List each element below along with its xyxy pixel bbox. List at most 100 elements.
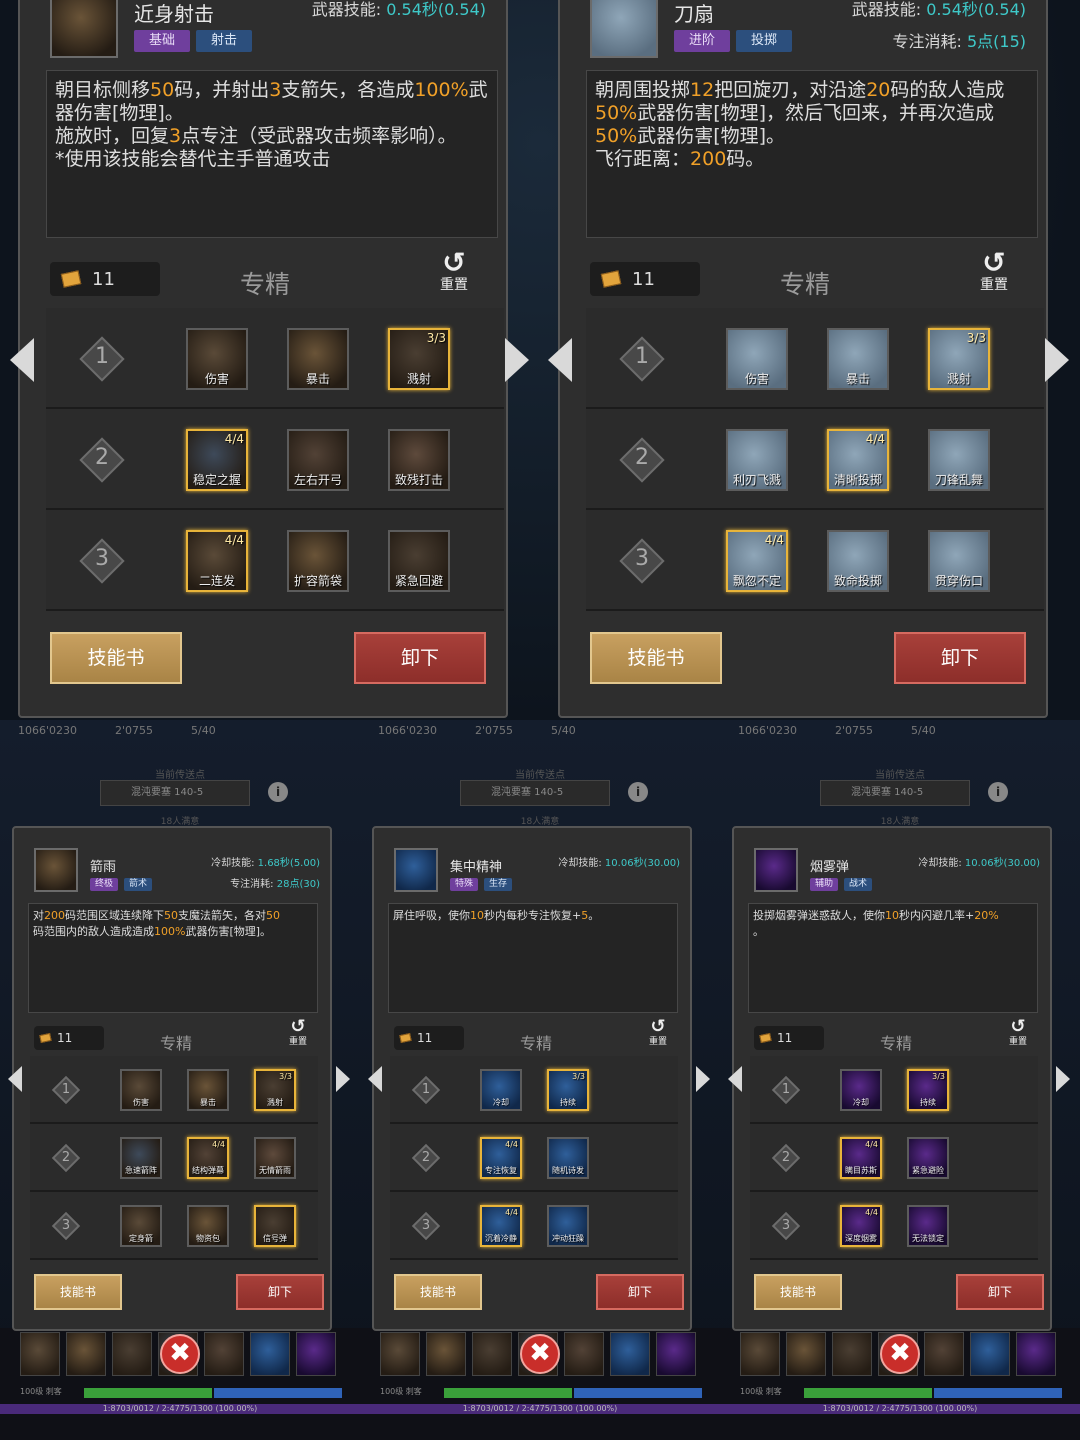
skillbook-button[interactable]: 技能书 [50, 632, 182, 684]
skillbar-slot-1[interactable] [380, 1332, 420, 1376]
talent-slot-瞒目苏斯[interactable]: 4/4 瞒目苏斯 [840, 1137, 882, 1179]
talent-slot-贯穿伤口[interactable]: 贯穿伤口 [928, 529, 990, 592]
talent-slot-飘忽不定[interactable]: 4/4 飘忽不定 [726, 529, 788, 592]
skillbar-slot-3[interactable] [832, 1332, 872, 1376]
next-skill-arrow-b1[interactable] [336, 1066, 350, 1092]
talent-slot-随机诗发[interactable]: 随机诗发 [547, 1137, 589, 1179]
talent-slot-紧急回避[interactable]: 紧急回避 [388, 529, 450, 592]
talent-label: 持续 [920, 1098, 936, 1107]
unequip-button[interactable]: 卸下 [236, 1274, 324, 1310]
skillbar-slot-1[interactable] [740, 1332, 780, 1376]
skillbar-slot-6[interactable] [610, 1332, 650, 1376]
skillbar-slot-5[interactable] [204, 1332, 244, 1376]
talent-slot-物资包[interactable]: 物资包 [187, 1205, 229, 1247]
skillbar-slot-2[interactable] [786, 1332, 826, 1376]
talent-slot-二连发[interactable]: 4/4 二连发 [186, 529, 248, 592]
talent-slot-急速箭阵[interactable]: 急速箭阵 [120, 1137, 162, 1179]
next-skill-arrow-b2[interactable] [696, 1066, 710, 1092]
unequip-button[interactable]: 卸下 [894, 632, 1026, 684]
prev-skill-arrow-1[interactable] [10, 338, 34, 382]
reset-button[interactable]: ↺ 重置 [642, 1017, 674, 1047]
skillbar-slot-1[interactable] [20, 1332, 60, 1376]
skillbar-slot-7[interactable] [296, 1332, 336, 1376]
talent-slot-沉着冷静[interactable]: 4/4 沉着冷静 [480, 1205, 522, 1247]
reset-button[interactable]: ↺ 重置 [970, 248, 1018, 294]
close-button[interactable]: ✖ [880, 1334, 920, 1374]
prev-skill-arrow-b2[interactable] [368, 1066, 382, 1092]
talent-slot-暴击[interactable]: 暴击 [187, 1069, 229, 1111]
desc-highlight: 50 [266, 909, 280, 922]
reset-button[interactable]: ↺ 重置 [282, 1017, 314, 1047]
next-skill-arrow-2[interactable] [1045, 338, 1069, 382]
talent-slot-持续[interactable]: 3/3 持续 [547, 1069, 589, 1111]
talent-slot-致残打击[interactable]: 致残打击 [388, 428, 450, 491]
talent-slot-暴击[interactable]: 暴击 [827, 327, 889, 390]
info-icon[interactable]: i [988, 782, 1008, 802]
skillbar-slot-2[interactable] [426, 1332, 466, 1376]
talent-slot-伤害[interactable]: 伤害 [186, 327, 248, 390]
desc-text: 码。 [726, 148, 765, 170]
unequip-button[interactable]: 卸下 [354, 632, 486, 684]
talent-slot-紧急避险[interactable]: 紧急避险 [907, 1137, 949, 1179]
reset-label: 重置 [980, 277, 1008, 294]
stat-value: 28 [276, 879, 290, 890]
talent-slot-定身箭[interactable]: 定身箭 [120, 1205, 162, 1247]
talent-slot-冷却[interactable]: 冷却 [840, 1069, 882, 1111]
talent-slot-清晰投掷[interactable]: 4/4 清晰投掷 [827, 428, 889, 491]
talent-slot-利刃飞溅[interactable]: 利刃飞溅 [726, 428, 788, 491]
skillbook-button[interactable]: 技能书 [590, 632, 722, 684]
skillbar-slot-3[interactable] [112, 1332, 152, 1376]
talent-slot-扩容箭袋[interactable]: 扩容箭袋 [287, 529, 349, 592]
prev-skill-arrow-b3[interactable] [728, 1066, 742, 1092]
talent-slot-深度烟雾[interactable]: 4/4 深度烟雾 [840, 1205, 882, 1247]
talent-slot-伤害[interactable]: 伤害 [120, 1069, 162, 1111]
talent-slot-刀锋乱舞[interactable]: 刀锋乱舞 [928, 428, 990, 491]
desc-text: 飞行距离： [595, 148, 691, 170]
desc-text: 点专注（受武器攻击频率影响）。 [181, 125, 457, 147]
skillbar-slot-7[interactable] [1016, 1332, 1056, 1376]
info-icon[interactable]: i [628, 782, 648, 802]
skillbar-slot-6[interactable] [970, 1332, 1010, 1376]
talent-slot-稳定之握[interactable]: 4/4 稳定之握 [186, 428, 248, 491]
skillbar-slot-6[interactable] [250, 1332, 290, 1376]
prev-skill-arrow-b1[interactable] [8, 1066, 22, 1092]
tier-number: 3 [635, 546, 649, 572]
skill-description: 朝周围投掷12把回旋刃，对沿途20码的敌人造成 50%武器伤害[物理]，然后飞回来… [586, 70, 1038, 238]
skill-bar: ✖ 100级 刺客 1:8703/0012 / 2:4775/1300 (100.0… [0, 1328, 360, 1440]
skillbook-button[interactable]: 技能书 [394, 1274, 482, 1310]
skillbar-slot-2[interactable] [66, 1332, 106, 1376]
talent-slot-持续[interactable]: 3/3 持续 [907, 1069, 949, 1111]
next-skill-arrow-b3[interactable] [1056, 1066, 1070, 1092]
close-button[interactable]: ✖ [520, 1334, 560, 1374]
talent-slot-结构弹幕[interactable]: 4/4 结构弹幕 [187, 1137, 229, 1179]
talent-slot-致命投掷[interactable]: 致命投掷 [827, 529, 889, 592]
skillbar-slot-3[interactable] [472, 1332, 512, 1376]
talent-rank: 4/4 [224, 532, 244, 547]
info-icon[interactable]: i [268, 782, 288, 802]
skillbar-slot-7[interactable] [656, 1332, 696, 1376]
skillbook-button[interactable]: 技能书 [754, 1274, 842, 1310]
skillbook-button[interactable]: 技能书 [34, 1274, 122, 1310]
prev-skill-arrow-2[interactable] [548, 338, 572, 382]
talent-slot-冲动狂躁[interactable]: 冲动狂躁 [547, 1205, 589, 1247]
talent-slot-溅射[interactable]: 3/3 溅射 [254, 1069, 296, 1111]
unequip-button[interactable]: 卸下 [596, 1274, 684, 1310]
next-skill-arrow-1[interactable] [505, 338, 529, 382]
talent-slot-暴击[interactable]: 暴击 [287, 327, 349, 390]
talent-slot-溅射[interactable]: 3/3 溅射 [388, 327, 450, 390]
reset-button[interactable]: ↺ 重置 [1002, 1016, 1034, 1047]
talent-slot-冷却[interactable]: 冷却 [480, 1069, 522, 1111]
close-button[interactable]: ✖ [160, 1334, 200, 1374]
skillbar-slot-5[interactable] [924, 1332, 964, 1376]
talent-slot-无法锁定[interactable]: 无法锁定 [907, 1205, 949, 1247]
talent-slot-无情箭雨[interactable]: 无情箭雨 [254, 1137, 296, 1179]
talent-slot-专注恢复[interactable]: 4/4 专注恢复 [480, 1137, 522, 1179]
talent-slot-信号弹[interactable]: 信号弹 [254, 1205, 296, 1247]
talent-slot-溅射[interactable]: 3/3 溅射 [928, 327, 990, 390]
talent-slot-左右开弓[interactable]: 左右开弓 [287, 428, 349, 491]
skillbar-slot-5[interactable] [564, 1332, 604, 1376]
reset-button[interactable]: ↺ 重置 [430, 248, 478, 294]
reset-icon: ↺ [1010, 1016, 1026, 1037]
unequip-button[interactable]: 卸下 [956, 1274, 1044, 1310]
talent-slot-伤害[interactable]: 伤害 [726, 327, 788, 390]
